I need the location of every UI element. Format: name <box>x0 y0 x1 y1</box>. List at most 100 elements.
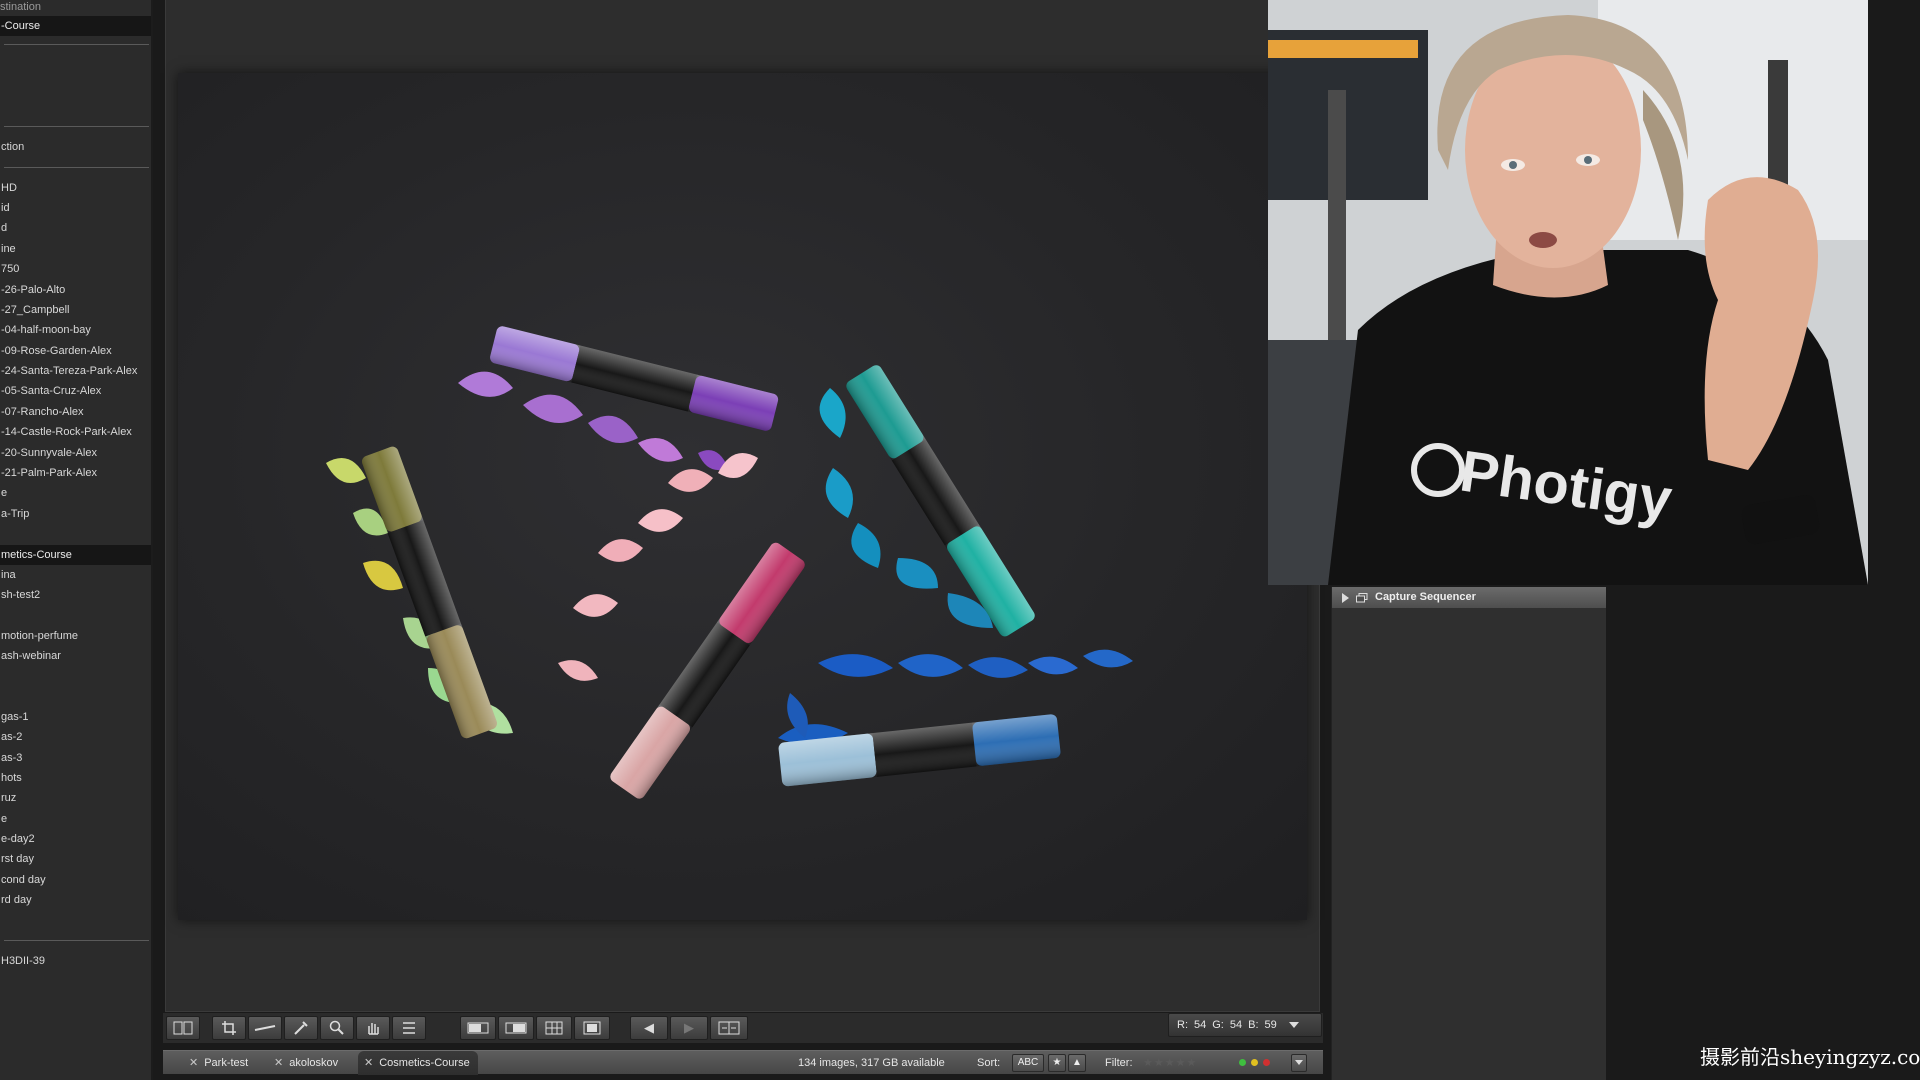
sidebar-collection-item[interactable]: -27_Campbell <box>0 300 151 320</box>
sidebar-divider <box>4 44 149 45</box>
close-icon[interactable]: ✕ <box>274 1057 283 1069</box>
sidebar-collection-item[interactable]: id <box>0 198 151 218</box>
sidebar-collection-item[interactable]: HD <box>0 178 151 198</box>
sidebar-collection-item[interactable]: e <box>0 483 151 503</box>
triangle-up-icon: ▲ <box>1072 1057 1082 1068</box>
b-label: B: <box>1248 1019 1259 1031</box>
sidebar-collection-item[interactable]: d <box>0 218 151 238</box>
sidebar-collection-item[interactable]: rst day <box>0 849 151 869</box>
photo-viewer[interactable] <box>178 73 1307 920</box>
sidebar-collection-item[interactable]: gas-1 <box>0 707 151 727</box>
sidebar-collection-item[interactable]: 750 <box>0 259 151 279</box>
viewer-layout-icon <box>467 1022 489 1034</box>
annotate-tool-button[interactable] <box>392 1016 426 1040</box>
straighten-tool-button[interactable] <box>248 1016 282 1040</box>
rating-filter-stars[interactable]: ★★★★★ <box>1143 1051 1197 1075</box>
tab-cosmetics-course[interactable]: ✕ Cosmetics-Course <box>358 1051 478 1075</box>
window-icon <box>1356 592 1368 602</box>
sidebar-collection-item[interactable]: as-2 <box>0 727 151 747</box>
sidebar-section-header: stination <box>0 1 41 13</box>
sidebar-collection-item[interactable]: e <box>0 809 151 829</box>
close-icon[interactable]: ✕ <box>189 1057 198 1069</box>
sidebar-collection-item[interactable]: -14-Castle-Rock-Park-Alex <box>0 422 151 442</box>
hand-icon <box>368 1023 379 1035</box>
arrow-left-icon: ◀ <box>644 1020 654 1035</box>
chevron-down-icon[interactable] <box>1288 1022 1299 1028</box>
sidebar-collection-item[interactable]: -Course <box>0 16 151 36</box>
close-icon[interactable]: ✕ <box>364 1057 373 1069</box>
tab-label: Cosmetics-Course <box>379 1057 470 1069</box>
sidebar-collection-item[interactable]: a-Trip <box>0 504 151 524</box>
crop-icon <box>222 1021 236 1035</box>
sidebar-collection-item[interactable]: -26-Palo-Alto <box>0 280 151 300</box>
sidebar-divider <box>4 126 149 127</box>
sidebar-collection-item[interactable]: metics-Course <box>0 545 151 565</box>
eyedropper-icon <box>294 1021 308 1035</box>
r-value: 54 <box>1194 1019 1207 1031</box>
split-view-icon <box>173 1021 193 1035</box>
grid-view-button[interactable] <box>536 1016 572 1040</box>
sidebar-collection-item[interactable]: ash-webinar <box>0 646 151 666</box>
sidebar-collection-item[interactable]: -05-Santa-Cruz-Alex <box>0 381 151 401</box>
compare-icon <box>718 1021 740 1035</box>
sidebar-collection-item[interactable]: -09-Rose-Garden-Alex <box>0 341 151 361</box>
tab-park-test[interactable]: ✕ Park-test <box>183 1051 256 1075</box>
presenter-video: Photigy <box>1268 0 1868 585</box>
product-pen-gold <box>361 446 497 739</box>
viewer-browser-button[interactable] <box>498 1016 534 1040</box>
magnifier-icon <box>329 1020 344 1035</box>
pan-tool-button[interactable] <box>356 1016 390 1040</box>
red-label-dot[interactable] <box>1263 1059 1270 1066</box>
sidebar-collection-item[interactable]: -20-Sunnyvale-Alex <box>0 443 151 463</box>
filter-label: Filter: <box>1105 1057 1133 1069</box>
sidebar-collection-item[interactable]: sh-test2 <box>0 585 151 605</box>
sidebar-collection-item[interactable]: -21-Palm-Park-Alex <box>0 463 151 483</box>
sidebar-collection-item[interactable]: -04-half-moon-bay <box>0 320 151 340</box>
sidebar-collection-item[interactable]: e-day2 <box>0 829 151 849</box>
sidebar-collection-item[interactable]: as-3 <box>0 748 151 768</box>
fullscreen-view-button[interactable] <box>574 1016 610 1040</box>
sidebar-collection-item[interactable]: ine <box>0 239 151 259</box>
tab-label: akoloskov <box>289 1057 339 1069</box>
filter-menu-button[interactable] <box>1291 1054 1307 1072</box>
capture-sequencer-header[interactable]: Capture Sequencer <box>1332 587 1606 608</box>
sidebar-collection-item[interactable]: H3DII-39 <box>0 951 151 971</box>
site-watermark: 摄影前沿sheyingzyz.com <box>1700 1045 1920 1069</box>
sidebar-divider <box>4 940 149 941</box>
viewer-only-button[interactable] <box>460 1016 496 1040</box>
rgb-readout: R: 54 G: 54 B: 59 <box>1168 1013 1322 1037</box>
sidebar-collection-item[interactable]: ction <box>0 137 151 157</box>
sidebar-collection-item[interactable]: hots <box>0 768 151 788</box>
sidebar-collection-item[interactable]: ina <box>0 565 151 585</box>
sort-label: Sort: <box>977 1057 1001 1069</box>
sidebar-collection-item[interactable]: cond day <box>0 870 151 890</box>
tab-akoloskov[interactable]: ✕ akoloskov <box>268 1051 346 1075</box>
picker-tool-button[interactable] <box>284 1016 318 1040</box>
tab-label: Park-test <box>204 1057 249 1069</box>
images-info: 134 images, 317 GB available <box>798 1057 945 1069</box>
sort-abc-button[interactable]: ABC <box>1012 1054 1044 1072</box>
green-label-dot[interactable] <box>1239 1059 1246 1066</box>
sidebar-collection-item[interactable]: -07-Rancho-Alex <box>0 402 151 422</box>
sidebar-collection-item[interactable]: -24-Santa-Tereza-Park-Alex <box>0 361 151 381</box>
straighten-icon <box>254 1025 276 1031</box>
compare-view-button[interactable] <box>166 1016 200 1040</box>
next-image-button[interactable]: ▶ <box>670 1016 708 1040</box>
yellow-label-dot[interactable] <box>1251 1059 1258 1066</box>
sidebar-collection-item[interactable]: ruz <box>0 788 151 808</box>
sidebar-collection-item[interactable]: rd day <box>0 890 151 910</box>
frame-icon <box>583 1021 601 1035</box>
sidebar-collection-item[interactable]: motion-perfume <box>0 626 151 646</box>
photo-content <box>326 326 1133 799</box>
sort-direction-button[interactable]: ▲ <box>1068 1054 1086 1072</box>
previous-image-button[interactable]: ◀ <box>630 1016 668 1040</box>
crop-tool-button[interactable] <box>212 1016 246 1040</box>
disclosure-triangle-icon[interactable] <box>1342 592 1349 603</box>
star-sort-button[interactable]: ★ <box>1048 1054 1066 1072</box>
compare-images-button[interactable] <box>710 1016 748 1040</box>
zoom-tool-button[interactable] <box>320 1016 354 1040</box>
arrow-right-icon: ▶ <box>684 1020 694 1035</box>
grid-icon <box>545 1021 563 1035</box>
viewer-browser-icon <box>505 1022 527 1034</box>
r-label: R: <box>1177 1019 1188 1031</box>
